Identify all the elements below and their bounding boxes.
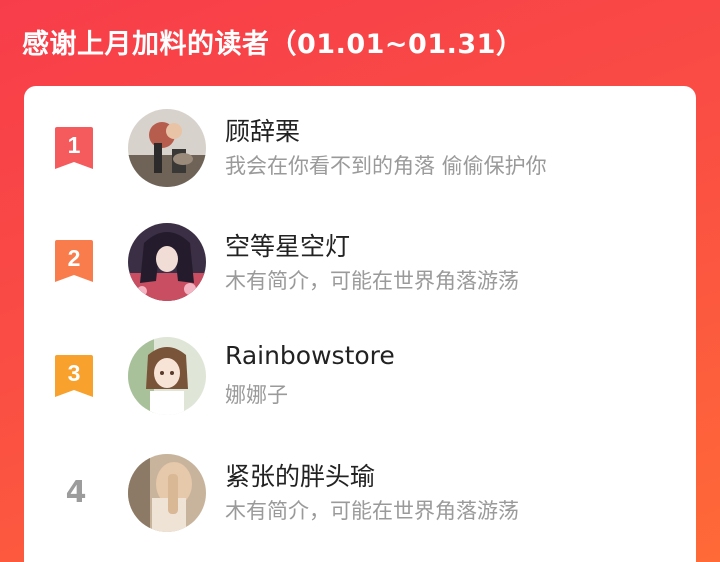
rank-2-bookmark-icon: 2 bbox=[54, 240, 94, 284]
reader-bio: 娜娜子 bbox=[225, 383, 288, 407]
reader-name: 紧张的胖头瑜 bbox=[225, 462, 376, 491]
reader-row-4[interactable]: 4 紧张的胖头瑜 木有简介，可能在世界角落游荡 bbox=[24, 443, 696, 543]
rank-1-bookmark-icon: 1 bbox=[54, 127, 94, 171]
reader-row-2[interactable]: 2 空等星空灯 木有简介，可能在世界角落游荡 bbox=[24, 213, 696, 313]
rank-4-number: 4 bbox=[65, 475, 87, 510]
page: 感谢上月加料的读者（01.01~01.31） 1 顾辞栗 我会在你看不到的角落 … bbox=[0, 0, 720, 562]
rank-3-number: 3 bbox=[68, 360, 81, 386]
reader-name: 顾辞栗 bbox=[225, 117, 301, 146]
reader-list: 1 顾辞栗 我会在你看不到的角落 偷偷保护你 2 空等星空灯 木有简介，可能在世… bbox=[24, 86, 696, 562]
reader-bio: 我会在你看不到的角落 偷偷保护你 bbox=[225, 154, 547, 178]
avatar[interactable] bbox=[128, 109, 206, 187]
avatar[interactable] bbox=[128, 454, 206, 532]
reader-row-1[interactable]: 1 顾辞栗 我会在你看不到的角落 偷偷保护你 bbox=[24, 98, 696, 198]
avatar[interactable] bbox=[128, 223, 206, 301]
rank-1-number: 1 bbox=[68, 132, 81, 158]
avatar[interactable] bbox=[128, 337, 206, 415]
rank-2-number: 2 bbox=[68, 245, 81, 271]
reader-bio: 木有简介，可能在世界角落游荡 bbox=[225, 269, 519, 293]
rank-3-bookmark-icon: 3 bbox=[54, 355, 94, 399]
reader-name: 空等星空灯 bbox=[225, 232, 351, 261]
reader-name: Rainbowstore bbox=[225, 341, 395, 370]
page-title: 感谢上月加料的读者（01.01~01.31） bbox=[22, 29, 524, 60]
reader-row-3[interactable]: 3 Rainbowstore 娜娜子 bbox=[24, 327, 696, 427]
reader-bio: 木有简介，可能在世界角落游荡 bbox=[225, 499, 519, 523]
